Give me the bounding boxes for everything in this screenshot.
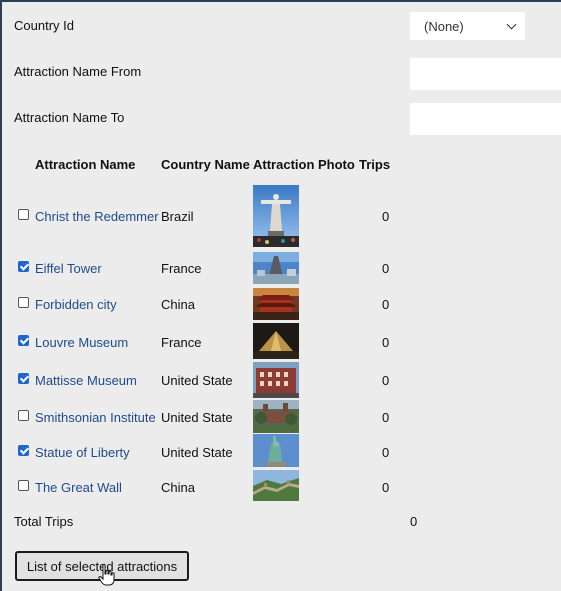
country-id-selected-value: (None): [424, 18, 464, 34]
country-name: France: [161, 335, 202, 350]
country-name: China: [161, 480, 195, 495]
trips-count: 0: [382, 209, 390, 224]
forbidden-city-photo: [253, 288, 299, 320]
attraction-name-to-label: Attraction Name To: [14, 110, 125, 125]
smithsonian-photo: [253, 400, 299, 433]
attraction-link[interactable]: Eiffel Tower: [35, 261, 102, 276]
row-checkbox[interactable]: [18, 373, 29, 384]
attraction-link[interactable]: Louvre Museum: [35, 335, 128, 350]
statue-of-liberty-photo: [253, 434, 299, 467]
trips-count: 0: [382, 445, 390, 460]
country-name: United State: [161, 445, 233, 460]
column-header-attraction-name: Attraction Name: [35, 157, 136, 172]
country-name: Brazil: [161, 209, 194, 224]
attraction-name-to-input[interactable]: [410, 103, 561, 135]
row-checkbox[interactable]: [18, 410, 29, 421]
column-header-attraction-photo: Attraction Photo: [253, 157, 355, 172]
window-border-top: [0, 0, 561, 2]
row-checkbox[interactable]: [18, 209, 29, 220]
mattisse-museum-photo: [253, 362, 299, 398]
row-checkbox[interactable]: [18, 297, 29, 308]
row-checkbox[interactable]: [18, 480, 29, 491]
great-wall-photo: [253, 470, 299, 501]
trips-count: 0: [382, 335, 390, 350]
attraction-link[interactable]: Christ the Redemmer: [35, 209, 159, 224]
hand-pointer-cursor-icon: [98, 563, 115, 586]
attraction-name-from-label: Attraction Name From: [14, 64, 142, 79]
attraction-link[interactable]: Smithsonian Institute: [35, 410, 156, 425]
trips-count: 0: [382, 480, 390, 495]
attraction-link[interactable]: Forbidden city: [35, 297, 117, 312]
row-checkbox[interactable]: [18, 445, 29, 456]
attraction-name-from-input[interactable]: [410, 58, 561, 90]
attraction-link[interactable]: Statue of Liberty: [35, 445, 130, 460]
country-name: China: [161, 297, 195, 312]
attraction-link[interactable]: Mattisse Museum: [35, 373, 137, 388]
trips-count: 0: [382, 410, 390, 425]
window-border-left: [0, 0, 2, 591]
attraction-link[interactable]: The Great Wall: [35, 480, 122, 495]
country-name: France: [161, 261, 202, 276]
christ-the-redeemer-photo: [253, 185, 299, 247]
total-trips-label: Total Trips: [14, 514, 74, 529]
trips-count: 0: [382, 297, 390, 312]
country-name: United State: [161, 373, 233, 388]
trips-count: 0: [382, 373, 390, 388]
country-id-label: Country Id: [14, 18, 74, 33]
trips-count: 0: [382, 261, 390, 276]
row-checkbox[interactable]: [18, 335, 29, 346]
country-id-select[interactable]: (None): [410, 12, 525, 40]
column-header-trips: Trips: [359, 157, 391, 172]
column-header-country-name: Country Name: [161, 157, 250, 172]
chevron-down-icon: [506, 19, 517, 30]
row-checkbox[interactable]: [18, 261, 29, 272]
total-trips-value: 0: [410, 514, 418, 529]
eiffel-tower-photo: [253, 252, 299, 284]
louvre-museum-photo: [253, 323, 299, 359]
country-name: United State: [161, 410, 233, 425]
